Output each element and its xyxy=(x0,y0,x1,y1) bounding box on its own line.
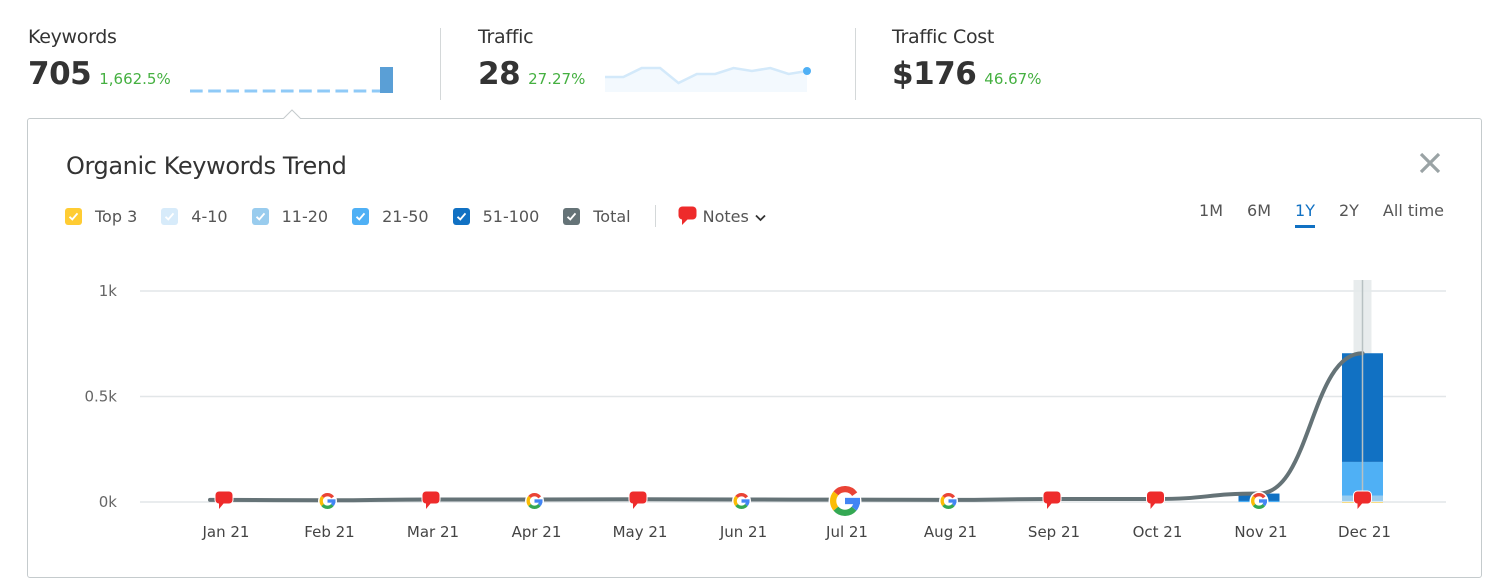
traffic-cost-label: Traffic Cost xyxy=(892,26,995,48)
note-marker-icon[interactable] xyxy=(1042,490,1062,509)
x-tick-label: Sep 21 xyxy=(1028,523,1080,541)
traffic-metric[interactable]: Traffic 28 27.27% xyxy=(478,26,585,92)
x-tick-label: Jun 21 xyxy=(719,523,767,541)
y-tick-label: 0k xyxy=(99,493,118,511)
traffic-cost-delta: 46.67% xyxy=(984,70,1042,88)
note-marker-icon[interactable] xyxy=(1353,490,1372,509)
y-tick-label: 0.5k xyxy=(84,388,117,406)
x-tick-label: Feb 21 xyxy=(304,523,354,541)
x-tick-label: Oct 21 xyxy=(1133,523,1183,541)
traffic-cost-value: $176 xyxy=(892,56,977,92)
google-update-marker-icon[interactable] xyxy=(828,484,862,518)
traffic-sparkline xyxy=(605,66,811,92)
keywords-value: 705 xyxy=(28,56,92,92)
x-tick-label: Jul 21 xyxy=(825,523,868,541)
keywords-trend-panel: Organic Keywords Trend Top 3 4-10 11-20 21-… xyxy=(27,118,1482,578)
traffic-cost-metric[interactable]: Traffic Cost $176 46.67% xyxy=(892,26,1041,92)
total-line xyxy=(208,351,1365,503)
x-tick-label: Nov 21 xyxy=(1234,523,1287,541)
keywords-trend-chart: 0k 0.5k 1k Jan 21 Feb 21 Mar 21 Apr 21 May 21 Ju… xyxy=(84,280,1446,541)
traffic-label: Traffic xyxy=(478,26,534,48)
keywords-label: Keywords xyxy=(28,26,117,48)
keywords-delta: 1,662.5% xyxy=(99,70,171,88)
google-update-marker-icon[interactable] xyxy=(939,491,958,511)
x-tick-label: Dec 21 xyxy=(1338,523,1391,541)
google-update-marker-icon[interactable] xyxy=(525,491,544,511)
google-update-marker-icon[interactable] xyxy=(318,491,337,511)
google-update-marker-icon[interactable] xyxy=(732,491,751,511)
x-tick-label: Apr 21 xyxy=(512,523,562,541)
divider xyxy=(855,28,856,100)
google-update-marker-icon[interactable] xyxy=(1249,491,1269,511)
x-tick-label: Mar 21 xyxy=(407,523,459,541)
note-marker-icon[interactable] xyxy=(214,490,234,509)
note-marker-icon[interactable] xyxy=(421,490,441,509)
x-tick-label: May 21 xyxy=(613,523,668,541)
y-tick-label: 1k xyxy=(99,282,118,300)
panel-caret xyxy=(283,109,301,119)
note-marker-icon[interactable] xyxy=(628,490,648,509)
x-tick-label: Jan 21 xyxy=(202,523,250,541)
summary-bar: Keywords 705 1,662.5% Traffic 28 27.27% Tr… xyxy=(0,0,1497,110)
traffic-value: 28 xyxy=(478,56,521,92)
traffic-spark-dot xyxy=(803,67,811,75)
keywords-spark-bar xyxy=(380,67,393,93)
keywords-sparkline xyxy=(190,67,393,93)
divider xyxy=(440,28,441,100)
traffic-delta: 27.27% xyxy=(528,70,586,88)
keywords-metric[interactable]: Keywords 705 1,662.5% xyxy=(28,26,171,92)
note-marker-icon[interactable] xyxy=(1146,490,1165,509)
x-tick-label: Aug 21 xyxy=(924,523,977,541)
